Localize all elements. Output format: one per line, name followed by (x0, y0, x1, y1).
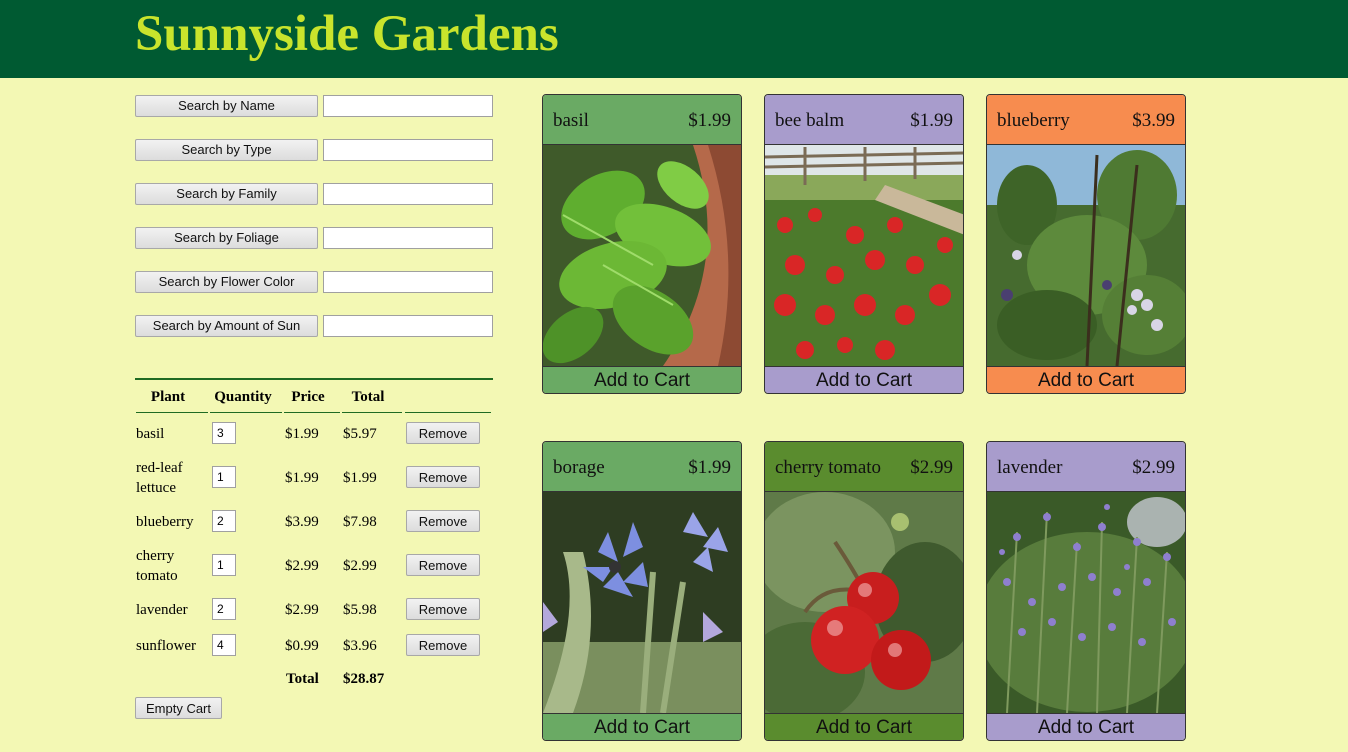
cart-header-plant: Plant (150, 389, 186, 405)
product-card-header: cherry tomato $2.99 (765, 442, 963, 492)
product-price: $2.99 (1132, 457, 1175, 478)
product-price: $2.99 (910, 457, 953, 478)
product-price: $1.99 (688, 457, 731, 478)
cart-item-total: $1.99 (343, 470, 377, 486)
cart-header-total: Total (351, 389, 385, 405)
product-name: blueberry (997, 110, 1070, 131)
product-card-header: borage $1.99 (543, 442, 741, 492)
cart-header-divider (284, 412, 340, 413)
search-by-sun-button[interactable]: Search by Amount of Sun (135, 315, 318, 337)
cart-header-quantity: Quantity (214, 389, 272, 405)
product-card-header: blueberry $3.99 (987, 95, 1185, 145)
cart-item-price: $2.99 (285, 558, 319, 574)
blueberry-photo (987, 145, 1185, 366)
search-by-name-button[interactable]: Search by Name (135, 95, 318, 117)
site-title: Sunnyside Gardens (135, 6, 559, 62)
search-type-input[interactable] (323, 139, 493, 161)
cart-header-divider (405, 412, 491, 413)
remove-button[interactable]: Remove (406, 598, 480, 620)
search-row-foliage: Search by Foliage (135, 227, 495, 249)
remove-button[interactable]: Remove (406, 554, 480, 576)
product-card-blueberry: blueberry $3.99 Add to Cart (986, 94, 1186, 394)
site-header: Sunnyside Gardens (0, 0, 1348, 78)
product-card-header: basil $1.99 (543, 95, 741, 145)
cart-item-plant: cherry tomato (136, 548, 178, 584)
cart-item-quantity-input[interactable] (212, 422, 236, 444)
product-card-borage: borage $1.99 Add to Cart (542, 441, 742, 741)
product-name: basil (553, 110, 589, 131)
remove-button[interactable]: Remove (406, 466, 480, 488)
add-to-cart-button[interactable]: Add to Cart (543, 713, 741, 740)
search-by-type-button[interactable]: Search by Type (135, 139, 318, 161)
add-to-cart-button[interactable]: Add to Cart (765, 366, 963, 393)
product-name: borage (553, 457, 605, 478)
basil-photo (543, 145, 741, 366)
product-card-header: bee balm $1.99 (765, 95, 963, 145)
add-to-cart-button[interactable]: Add to Cart (765, 713, 963, 740)
search-by-family-button[interactable]: Search by Family (135, 183, 318, 205)
remove-button[interactable]: Remove (406, 634, 480, 656)
add-to-cart-button[interactable]: Add to Cart (543, 366, 741, 393)
cart-header-divider (210, 412, 282, 413)
cart-header-divider (342, 412, 402, 413)
product-name: bee balm (775, 110, 845, 131)
search-foliage-input[interactable] (323, 227, 493, 249)
search-row-name: Search by Name (135, 95, 495, 117)
empty-cart-button[interactable]: Empty Cart (135, 697, 222, 719)
product-price: $1.99 (910, 110, 953, 131)
cart-item-price: $0.99 (285, 638, 319, 654)
cart-item-plant: red-leaf lettuce (136, 460, 183, 496)
borage-photo (543, 492, 741, 713)
lavender-photo (987, 492, 1185, 713)
cart-item-quantity-input[interactable] (212, 554, 236, 576)
cart-item-plant: lavender (136, 602, 188, 618)
product-name: cherry tomato (775, 457, 882, 478)
product-price: $3.99 (1132, 110, 1175, 131)
cart-item-total: $7.98 (343, 514, 377, 530)
search-name-input[interactable] (323, 95, 493, 117)
cart-item-total: $5.98 (343, 602, 377, 618)
add-to-cart-button[interactable]: Add to Cart (987, 366, 1185, 393)
cart-grand-total-label: Total (286, 671, 319, 687)
cart-item-plant: sunflower (136, 638, 196, 654)
product-card-cherry-tomato: cherry tomato $2.99 Add to Cart (764, 441, 964, 741)
product-card-bee-balm: bee balm $1.99 Add to Cart (764, 94, 964, 394)
product-price: $1.99 (688, 110, 731, 131)
cart-item-plant: blueberry (136, 514, 194, 530)
cart-header-price: Price (291, 389, 325, 405)
cart-item-price: $1.99 (285, 426, 319, 442)
cart-item-price: $1.99 (285, 470, 319, 486)
search-flower-color-input[interactable] (323, 271, 493, 293)
search-row-family: Search by Family (135, 183, 495, 205)
product-card-header: lavender $2.99 (987, 442, 1185, 492)
cart-item-total: $3.96 (343, 638, 377, 654)
cart-grand-total: $28.87 (343, 671, 385, 687)
search-row-type: Search by Type (135, 139, 495, 161)
cart-item-quantity-input[interactable] (212, 466, 236, 488)
cart-item-quantity-input[interactable] (212, 510, 236, 532)
search-by-foliage-button[interactable]: Search by Foliage (135, 227, 318, 249)
cart-item-total: $5.97 (343, 426, 377, 442)
product-card-lavender: lavender $2.99 Add to Cart (986, 441, 1186, 741)
product-card-basil: basil $1.99 Add to Cart (542, 94, 742, 394)
product-name: lavender (997, 457, 1063, 478)
search-sun-input[interactable] (323, 315, 493, 337)
cart-header-divider (136, 412, 208, 413)
search-by-flower-color-button[interactable]: Search by Flower Color (135, 271, 318, 293)
remove-button[interactable]: Remove (406, 422, 480, 444)
cart-top-rule (135, 378, 493, 380)
add-to-cart-button[interactable]: Add to Cart (987, 713, 1185, 740)
cart-item-price: $3.99 (285, 514, 319, 530)
remove-button[interactable]: Remove (406, 510, 480, 532)
cart-item-quantity-input[interactable] (212, 598, 236, 620)
bee-balm-photo (765, 145, 963, 366)
cart-item-quantity-input[interactable] (212, 634, 236, 656)
cart-item-total: $2.99 (343, 558, 377, 574)
cart-item-plant: basil (136, 426, 165, 442)
search-row-sun: Search by Amount of Sun (135, 315, 495, 337)
search-row-flower-color: Search by Flower Color (135, 271, 495, 293)
cart-item-price: $2.99 (285, 602, 319, 618)
search-family-input[interactable] (323, 183, 493, 205)
cherry-tomato-photo (765, 492, 963, 713)
